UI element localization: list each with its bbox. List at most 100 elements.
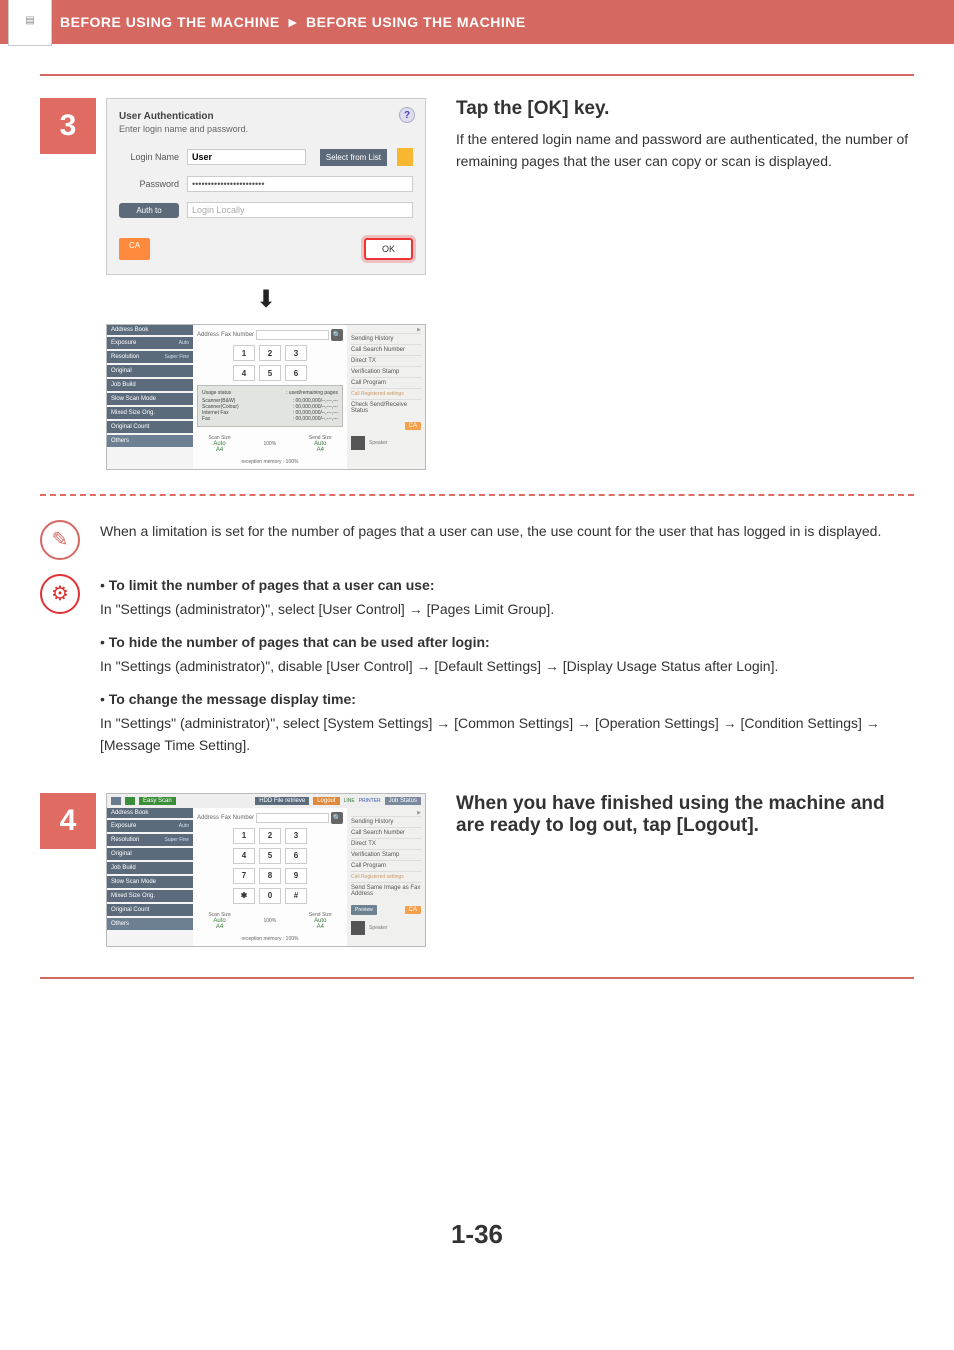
side-original[interactable]: Original	[107, 365, 193, 377]
key-0[interactable]: 0	[259, 888, 281, 904]
step4-title: When you have finished using the machine…	[456, 793, 914, 837]
address-label-4: Address	[197, 815, 219, 821]
r4-send-same[interactable]: Send Same Image as Fax Address	[351, 882, 421, 899]
side-exposure[interactable]: ExposureAuto	[107, 337, 193, 349]
side-job-build[interactable]: Job Build	[107, 379, 193, 391]
select-from-list-button[interactable]: Select from List	[320, 149, 387, 166]
crumb-2[interactable]: BEFORE USING THE MACHINE	[306, 14, 526, 30]
side-original-count[interactable]: Original Count	[107, 421, 193, 433]
gear-icon: ⚙	[40, 574, 80, 614]
preview-button[interactable]: Preview	[351, 905, 377, 915]
key-2[interactable]: 2	[259, 828, 281, 844]
side4-mixed-size[interactable]: Mixed Size Orig.	[107, 890, 193, 902]
key-3[interactable]: 3	[285, 828, 307, 844]
side4-original-count[interactable]: Original Count	[107, 904, 193, 916]
note2-0-head: To limit the number of pages that a user…	[109, 577, 435, 593]
job-status-button[interactable]: Job Status	[385, 797, 421, 805]
r-direct-tx[interactable]: Direct TX	[351, 355, 421, 366]
password-field[interactable]: •••••••••••••••••••••••	[187, 176, 413, 192]
search-icon[interactable]: 🔍	[331, 329, 343, 341]
step-3: 3 User Authentication Enter login name a…	[40, 98, 914, 470]
r4-call-program[interactable]: Call Program	[351, 860, 421, 871]
divider-bottom	[40, 977, 914, 979]
r4-call-search[interactable]: Call Search Number	[351, 827, 421, 838]
side4-resolution[interactable]: ResolutionSuper Fine	[107, 834, 193, 846]
speaker-icon[interactable]	[351, 436, 365, 450]
user-icon[interactable]	[397, 148, 413, 166]
side4-others[interactable]: Others	[107, 918, 193, 930]
address-book-tab[interactable]: Address Book	[107, 325, 193, 335]
auth-to-button[interactable]: Auth to	[119, 203, 179, 218]
send-size: Send Size Auto A4	[309, 435, 332, 453]
r-check-send-receive[interactable]: Check Send/Receive Status	[351, 399, 421, 416]
ok-button[interactable]: OK	[364, 238, 413, 260]
r-call-search[interactable]: Call Search Number	[351, 344, 421, 355]
r4-direct-tx[interactable]: Direct TX	[351, 838, 421, 849]
help-icon[interactable]: ?	[399, 107, 415, 123]
key-6[interactable]: 6	[285, 848, 307, 864]
key-4[interactable]: 4	[233, 848, 255, 864]
r-call-program[interactable]: Call Program	[351, 377, 421, 388]
step3-title: Tap the [OK] key.	[456, 98, 914, 120]
note2-0-body: In "Settings (administrator)", select [U…	[100, 598, 914, 620]
side-mixed-size[interactable]: Mixed Size Orig.	[107, 407, 193, 419]
key-9[interactable]: 9	[285, 868, 307, 884]
chevron-right-icon: ►	[286, 14, 300, 30]
fax-number-label-4: Fax Number	[221, 815, 254, 821]
printer-indicator: PRINTER	[359, 798, 381, 804]
note2-2-body: In "Settings" (administrator)", select […	[100, 712, 914, 757]
key-star[interactable]: ✱	[233, 888, 255, 904]
fax-number-input-4[interactable]	[256, 813, 329, 823]
line-indicator: LINE	[344, 798, 355, 804]
key-4[interactable]: 4	[233, 365, 255, 381]
key-1[interactable]: 1	[233, 828, 255, 844]
note-limitation-text: When a limitation is set for the number …	[100, 520, 914, 542]
r4-call-registered[interactable]: Call Registered settings	[351, 871, 421, 882]
side4-job-build[interactable]: Job Build	[107, 862, 193, 874]
speaker-icon-4[interactable]	[351, 921, 365, 935]
key-2[interactable]: 2	[259, 345, 281, 361]
key-7[interactable]: 7	[233, 868, 255, 884]
address-label: Address	[197, 332, 219, 338]
r4-verification-stamp[interactable]: Verification Stamp	[351, 849, 421, 860]
side-others[interactable]: Others	[107, 435, 193, 447]
note2-1-body: In "Settings (administrator)", disable […	[100, 655, 914, 677]
reception-memory-4: reception memory : 100%	[197, 936, 343, 942]
key-3[interactable]: 3	[285, 345, 307, 361]
device-screen-after-login: Address Book ExposureAuto ResolutionSupe…	[106, 324, 426, 470]
search-icon-4[interactable]: 🔍	[331, 812, 343, 824]
hdd-button[interactable]: HDD File retrieve	[255, 797, 309, 805]
key-8[interactable]: 8	[259, 868, 281, 884]
step-number: 3	[40, 98, 96, 154]
crumb-1[interactable]: BEFORE USING THE MACHINE	[60, 14, 280, 30]
login-name-field[interactable]: User	[187, 149, 306, 165]
divider	[40, 74, 914, 76]
reception-memory: reception memory : 100%	[197, 459, 343, 465]
scale-pct-4: 100%	[263, 918, 276, 924]
ca-button-2[interactable]: CA	[405, 422, 421, 430]
auth-title: User Authentication	[119, 111, 413, 122]
fax-number-input[interactable]	[256, 330, 329, 340]
side-slow-scan[interactable]: Slow Scan Mode	[107, 393, 193, 405]
side-resolution[interactable]: ResolutionSuper Fine	[107, 351, 193, 363]
speaker-label-4: Speaker	[369, 925, 388, 931]
logout-button[interactable]: Logout	[313, 797, 339, 805]
address-book-tab-4[interactable]: Address Book	[107, 808, 193, 818]
key-5[interactable]: 5	[259, 365, 281, 381]
auth-to-field[interactable]: Login Locally	[187, 202, 413, 218]
ca-button-4[interactable]: CA	[405, 906, 421, 914]
r4-sending-history[interactable]: Sending History	[351, 816, 421, 827]
side4-slow-scan[interactable]: Slow Scan Mode	[107, 876, 193, 888]
key-1[interactable]: 1	[233, 345, 255, 361]
key-hash[interactable]: #	[285, 888, 307, 904]
ca-button[interactable]: CA	[119, 238, 150, 260]
r-call-registered[interactable]: Call Registered settings	[351, 388, 421, 399]
key-5[interactable]: 5	[259, 848, 281, 864]
key-6[interactable]: 6	[285, 365, 307, 381]
side4-original[interactable]: Original	[107, 848, 193, 860]
r-sending-history[interactable]: Sending History	[351, 333, 421, 344]
side4-exposure[interactable]: ExposureAuto	[107, 820, 193, 832]
doc-icon: ▤	[8, 0, 52, 46]
easy-scan-tab[interactable]: Easy Scan	[139, 797, 176, 805]
r-verification-stamp[interactable]: Verification Stamp	[351, 366, 421, 377]
